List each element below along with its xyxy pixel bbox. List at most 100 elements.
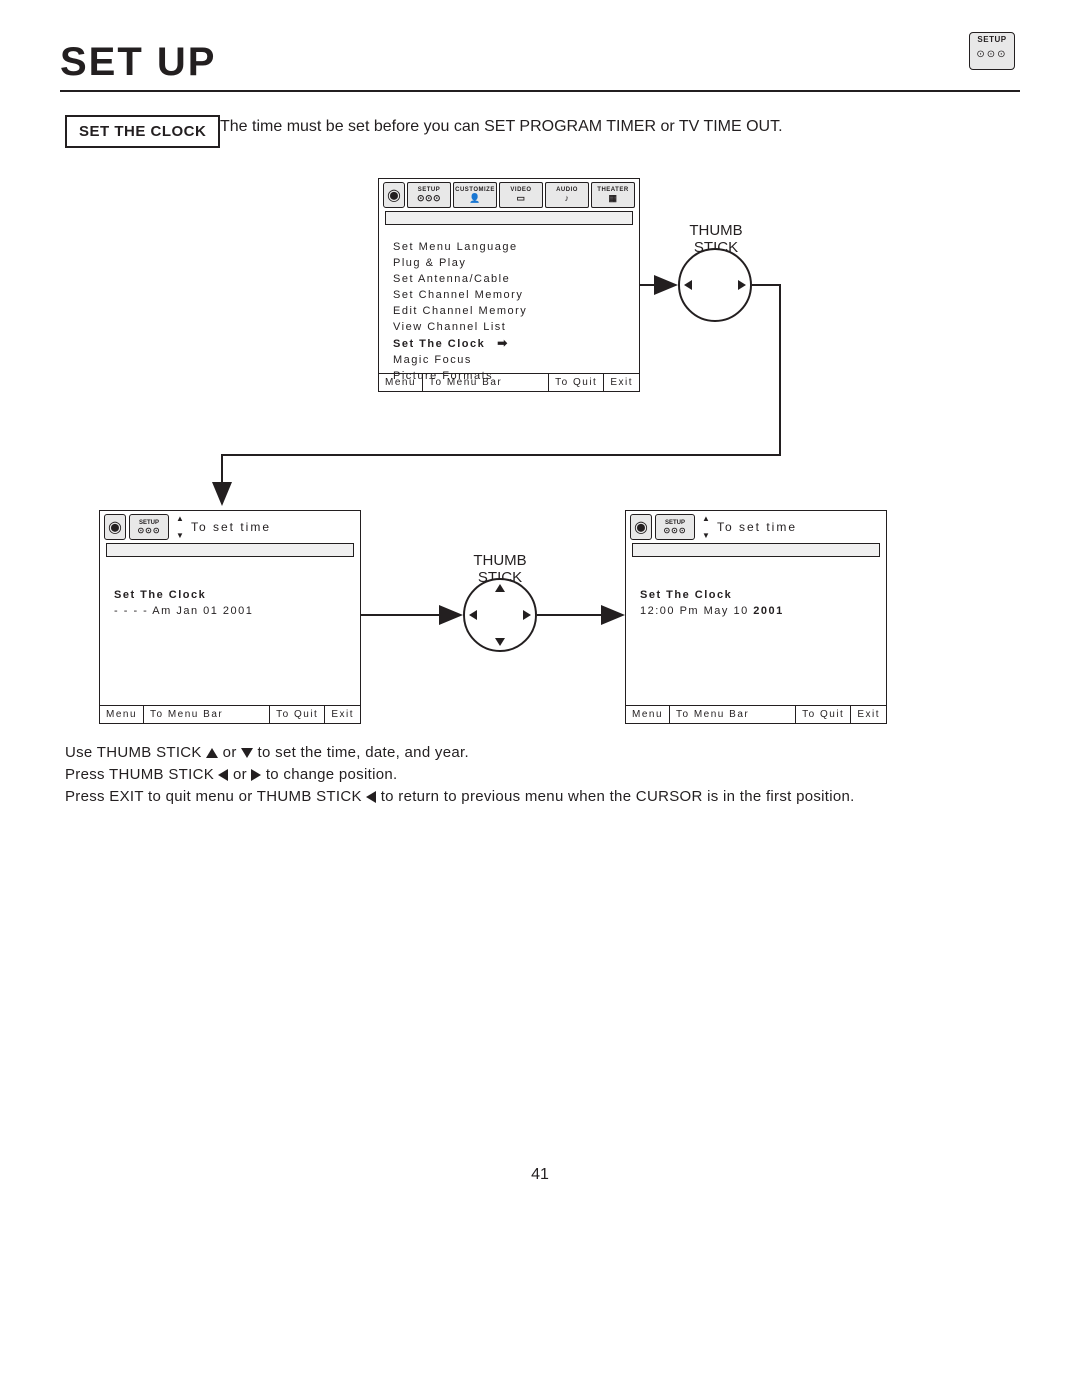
arrow-right-icon: ➡ <box>485 336 509 350</box>
footer-menu: Menu <box>626 706 670 723</box>
sub-setup-icon: SETUP ⊙⊙⊙ <box>129 514 169 540</box>
tab-setup: SETUP⊙⊙⊙ <box>407 182 451 208</box>
menu-footer: Menu To Menu Bar To Quit Exit <box>100 705 360 723</box>
title-rule <box>60 90 1020 92</box>
sub-content: Set The Clock 12:00 Pm May 10 2001 <box>626 557 886 623</box>
instruction-line: Press EXIT to quit menu or THUMB STICK t… <box>65 786 855 808</box>
footer-menu: Menu <box>100 706 144 723</box>
arrow-right-icon <box>738 280 746 290</box>
menu-banner <box>385 211 633 225</box>
sub-banner <box>632 543 880 557</box>
instr-text: to return to previous menu when the CURS… <box>376 788 854 805</box>
footer-quit: To Quit <box>796 706 851 723</box>
footer-menubar: To Menu Bar <box>144 706 270 723</box>
arrow-down-icon <box>495 638 505 646</box>
set-clock-panel-after: ◉ SETUP ⊙⊙⊙ ▲ ▼ To set time Set The Cloc… <box>625 510 887 724</box>
tab-theater: THEATER▦ <box>591 182 635 208</box>
instr-text: to set the time, date, and year. <box>253 744 469 761</box>
menu-items: Set Menu Language Plug & Play Set Antenn… <box>379 225 639 388</box>
arrow-down-icon: ▼ <box>702 531 710 540</box>
sub-updown-icon: ▲ ▼ <box>172 514 188 540</box>
instr-text: Press EXIT to quit menu or THUMB STICK <box>65 788 366 805</box>
arrow-up-icon: ▲ <box>702 514 710 523</box>
menu-item-selected-label: Set The Clock <box>393 338 485 350</box>
sub-header: ◉ SETUP ⊙⊙⊙ ▲ ▼ To set time <box>100 511 360 540</box>
thumbstick-icon <box>463 578 537 652</box>
sub-setup-dials-icon: ⊙⊙⊙ <box>137 526 160 535</box>
tab-audio: AUDIO♪ <box>545 182 589 208</box>
sub-banner <box>106 543 354 557</box>
menu-footer: Menu To Menu Bar To Quit Exit <box>626 705 886 723</box>
menu-item: Set Antenna/Cable <box>393 271 629 287</box>
sub-header-label: To set time <box>717 514 797 540</box>
sub-title: Set The Clock <box>640 587 876 603</box>
tab-customize: CUSTOMIZE👤 <box>453 182 497 208</box>
footer-exit: Exit <box>325 706 360 723</box>
footer-menu: Menu <box>379 374 423 391</box>
arrow-left-icon <box>469 610 477 620</box>
instr-text: Use THUMB STICK <box>65 744 206 761</box>
arrow-up-icon <box>495 584 505 592</box>
menu-item: Edit Channel Memory <box>393 303 629 319</box>
instructions: Use THUMB STICK or to set the time, date… <box>65 742 855 808</box>
sub-content: Set The Clock - - - - Am Jan 01 2001 <box>100 557 360 623</box>
setup-tab-icon: ⊙⊙⊙ <box>417 193 441 203</box>
tab-video: VIDEO▭ <box>499 182 543 208</box>
sub-setup-icon: SETUP ⊙⊙⊙ <box>655 514 695 540</box>
instr-text: or <box>228 766 251 783</box>
arrow-right-icon <box>523 610 531 620</box>
arrow-left-icon <box>218 769 228 781</box>
audio-tab-icon: ♪ <box>565 193 570 203</box>
instr-text: Press THUMB STICK <box>65 766 218 783</box>
sub-round-icon: ◉ <box>630 514 652 540</box>
sub-value: 12:00 Pm May 10 2001 <box>640 603 876 619</box>
sub-updown-icon: ▲ ▼ <box>698 514 714 540</box>
arrow-up-icon: ▲ <box>176 514 184 523</box>
arrow-left-icon <box>684 280 692 290</box>
footer-quit: To Quit <box>270 706 325 723</box>
set-clock-panel-before: ◉ SETUP ⊙⊙⊙ ▲ ▼ To set time Set The Cloc… <box>99 510 361 724</box>
instruction-line: Press THUMB STICK or to change position. <box>65 764 855 786</box>
thumbstick-icon <box>678 248 752 322</box>
footer-menubar: To Menu Bar <box>423 374 549 391</box>
arrow-down-icon <box>241 748 253 758</box>
menu-tab-round-icon: ◉ <box>383 182 405 208</box>
page-number: 41 <box>0 1166 1080 1184</box>
sub-round-icon: ◉ <box>104 514 126 540</box>
menu-item-selected: Set The Clock➡ <box>393 335 629 352</box>
setup-corner-label: SETUP <box>970 35 1014 44</box>
section-desc: The time must be set before you can SET … <box>220 118 783 136</box>
sub-value-pre: 12:00 Pm May 10 <box>640 605 753 617</box>
sub-header-label: To set time <box>191 514 271 540</box>
menu-item: Plug & Play <box>393 255 629 271</box>
instruction-line: Use THUMB STICK or to set the time, date… <box>65 742 855 764</box>
arrow-down-icon: ▼ <box>176 531 184 540</box>
section-label: SET THE CLOCK <box>65 115 220 148</box>
customize-tab-icon: 👤 <box>469 193 481 203</box>
theater-tab-icon: ▦ <box>608 193 617 203</box>
menu-item: Set Menu Language <box>393 239 629 255</box>
footer-quit: To Quit <box>549 374 604 391</box>
footer-exit: Exit <box>851 706 886 723</box>
menu-item: Magic Focus <box>393 352 629 368</box>
sub-title: Set The Clock <box>114 587 350 603</box>
menu-item: View Channel List <box>393 319 629 335</box>
footer-menubar: To Menu Bar <box>670 706 796 723</box>
menu-footer: Menu To Menu Bar To Quit Exit <box>379 373 639 391</box>
sub-value: - - - - Am Jan 01 2001 <box>114 603 350 619</box>
sub-value-bold: 2001 <box>753 605 783 617</box>
video-tab-icon: ▭ <box>516 193 525 203</box>
page-title: SET UP <box>60 40 216 85</box>
instr-text: to change position. <box>261 766 397 783</box>
footer-exit: Exit <box>604 374 639 391</box>
sub-setup-dials-icon: ⊙⊙⊙ <box>663 526 686 535</box>
sub-header: ◉ SETUP ⊙⊙⊙ ▲ ▼ To set time <box>626 511 886 540</box>
menu-tabs: ◉ SETUP⊙⊙⊙ CUSTOMIZE👤 VIDEO▭ AUDIO♪ THEA… <box>379 179 639 208</box>
instr-text: or <box>218 744 241 761</box>
setup-dials-icon: ⊙⊙⊙ <box>976 49 1007 60</box>
menu-item: Set Channel Memory <box>393 287 629 303</box>
arrow-left-icon <box>366 791 376 803</box>
arrow-up-icon <box>206 748 218 758</box>
setup-corner-icon: SETUP ⊙⊙⊙ <box>969 32 1015 70</box>
setup-menu-panel: ◉ SETUP⊙⊙⊙ CUSTOMIZE👤 VIDEO▭ AUDIO♪ THEA… <box>378 178 640 392</box>
